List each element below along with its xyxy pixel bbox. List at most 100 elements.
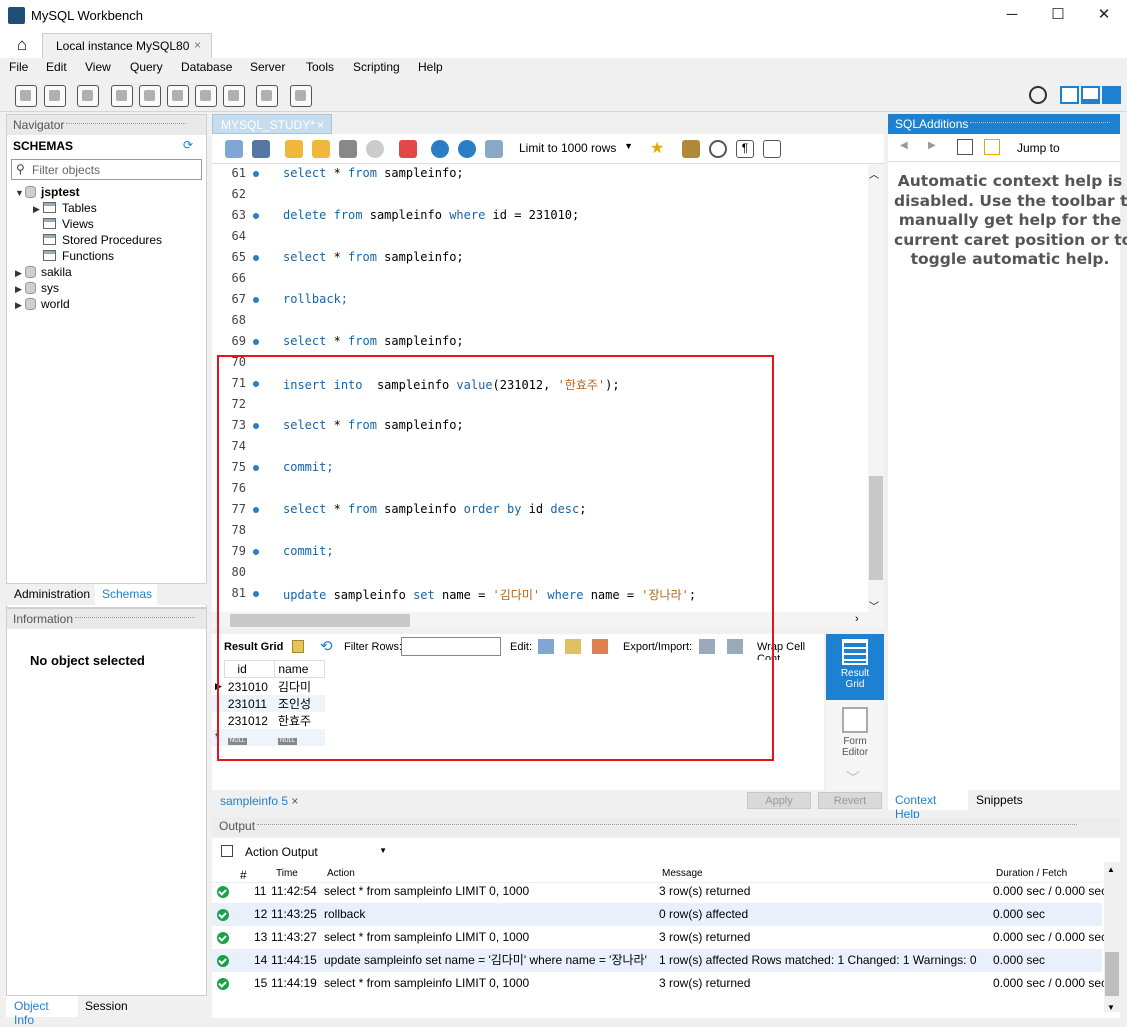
- schema-label: jsptest: [41, 185, 80, 199]
- schema-world[interactable]: ▶ world: [15, 296, 70, 312]
- manual-help-icon[interactable]: [957, 139, 973, 155]
- tree-functions[interactable]: Functions: [43, 248, 114, 264]
- jump-to-label[interactable]: Jump to: [1017, 141, 1060, 155]
- invisible-chars-icon[interactable]: ¶: [736, 140, 754, 158]
- tree-views[interactable]: Views: [43, 216, 94, 232]
- revert-button[interactable]: Revert: [818, 792, 882, 809]
- result-tab-sampleinfo[interactable]: sampleinfo 5 ×: [220, 794, 298, 808]
- menu-edit[interactable]: Edit: [46, 60, 67, 74]
- chevron-down-icon[interactable]: ﹀: [846, 768, 860, 788]
- tree-tables[interactable]: ▶ Tables: [33, 200, 97, 216]
- search-table-data-icon[interactable]: [256, 85, 278, 107]
- menu-file[interactable]: File: [9, 60, 28, 74]
- minimize-button[interactable]: ─: [989, 0, 1035, 30]
- tree-label: Views: [62, 217, 94, 231]
- filter-objects-input[interactable]: ⚲ Filter objects: [11, 159, 202, 180]
- save-icon[interactable]: [252, 140, 270, 158]
- back-icon[interactable]: ◀: [900, 140, 908, 151]
- database-icon: [25, 186, 36, 198]
- limit-rows-select[interactable]: Limit to 1000 rows ▼: [515, 139, 637, 159]
- tab-administration[interactable]: Administration: [6, 584, 95, 605]
- editor-vertical-scroll-thumb[interactable]: [869, 476, 883, 580]
- rollback-icon[interactable]: [458, 140, 476, 158]
- close-result-tab-icon[interactable]: ×: [291, 794, 298, 808]
- auto-help-icon[interactable]: [984, 139, 1000, 155]
- scroll-right-icon[interactable]: ›: [855, 613, 859, 625]
- schema-sakila[interactable]: ▶ sakila: [15, 264, 72, 280]
- forward-icon[interactable]: ▶: [928, 140, 936, 151]
- format-icon[interactable]: [682, 140, 700, 158]
- inspector-icon[interactable]: [77, 85, 99, 107]
- editor-tab[interactable]: MYSQL_STUDY* ×: [212, 114, 332, 134]
- close-window-button[interactable]: ✕: [1081, 0, 1127, 30]
- refresh-schemas-icon[interactable]: ⟳: [183, 138, 193, 152]
- menu-scripting[interactable]: Scripting: [353, 60, 400, 74]
- output-row[interactable]: 14 11:44:15 update sampleinfo set name =…: [212, 949, 1102, 972]
- navigator-panel: Navigator SCHEMAS ⟳ ⚲ Filter objects ▼ js…: [6, 114, 207, 608]
- toggle-output-icon[interactable]: [1081, 86, 1100, 104]
- create-schema-icon[interactable]: [111, 85, 133, 107]
- settings-gear-icon[interactable]: [1029, 86, 1047, 104]
- schema-sys[interactable]: ▶ sys: [15, 280, 59, 296]
- auto-commit-icon[interactable]: [485, 140, 503, 158]
- copy-output-icon[interactable]: [221, 845, 233, 857]
- create-procedure-icon[interactable]: [195, 85, 217, 107]
- menu-query[interactable]: Query: [130, 60, 163, 74]
- menu-database[interactable]: Database: [181, 60, 232, 74]
- menu-help[interactable]: Help: [418, 60, 443, 74]
- tree-label: Tables: [62, 201, 97, 215]
- execute-current-icon[interactable]: [312, 140, 330, 158]
- find-icon[interactable]: [709, 140, 727, 158]
- open-sql-script-icon[interactable]: [44, 85, 66, 107]
- tab-snippets[interactable]: Snippets: [969, 790, 1029, 810]
- schema-jsptest[interactable]: ▼ jsptest: [15, 184, 80, 200]
- form-editor-button[interactable]: Form Editor: [826, 702, 884, 768]
- reconnect-icon[interactable]: [290, 85, 312, 107]
- explain-icon[interactable]: [339, 140, 357, 158]
- execute-icon[interactable]: [285, 140, 303, 158]
- create-table-icon[interactable]: [139, 85, 161, 107]
- result-grid-button[interactable]: Result Grid: [826, 634, 884, 700]
- output-scroll-thumb[interactable]: [1105, 952, 1119, 996]
- toggle-error-icon[interactable]: [399, 140, 417, 158]
- scroll-up-icon[interactable]: ︿: [869, 166, 879, 181]
- tab-schemas[interactable]: Schemas: [95, 584, 157, 605]
- action-output-select[interactable]: Action Output ▼: [242, 842, 390, 862]
- maximize-button[interactable]: ☐: [1035, 0, 1081, 30]
- apply-button[interactable]: Apply: [747, 792, 811, 809]
- close-tab-icon[interactable]: ×: [194, 38, 201, 52]
- scroll-down-icon[interactable]: ▼: [1107, 1003, 1115, 1012]
- scroll-up-icon[interactable]: ▲: [1107, 865, 1115, 874]
- home-icon[interactable]: ⌂: [8, 34, 36, 56]
- schema-label: world: [41, 297, 70, 311]
- result-side-panel: Result Grid Form Editor ﹀: [826, 634, 884, 791]
- output-row[interactable]: 12 11:43:25 rollback 0 row(s) affected 0…: [212, 903, 1102, 926]
- toggle-sidebar-icon[interactable]: [1060, 86, 1079, 104]
- create-view-icon[interactable]: [167, 85, 189, 107]
- create-function-icon[interactable]: [223, 85, 245, 107]
- stop-icon[interactable]: [366, 140, 384, 158]
- menu-view[interactable]: View: [85, 60, 111, 74]
- output-row[interactable]: 13 11:43:27 select * from sampleinfo LIM…: [212, 926, 1107, 949]
- commit-icon[interactable]: [431, 140, 449, 158]
- new-sql-tab-icon[interactable]: [15, 85, 37, 107]
- close-editor-tab-icon[interactable]: ×: [317, 118, 324, 132]
- output-row[interactable]: 11 11:42:54 select * from sampleinfo LIM…: [212, 880, 1107, 903]
- tree-stored-procedures[interactable]: Stored Procedures: [43, 232, 162, 248]
- scroll-down-icon[interactable]: ﹀: [869, 598, 879, 613]
- row-time: 11:42:54: [271, 884, 317, 898]
- tab-object-info[interactable]: Object Info: [6, 996, 78, 1027]
- output-row[interactable]: 15 11:44:19 select * from sampleinfo LIM…: [212, 972, 1107, 995]
- menu-tools[interactable]: Tools: [306, 60, 334, 74]
- statement-marker-icon: [253, 339, 259, 345]
- menu-server[interactable]: Server: [250, 60, 285, 74]
- connection-tab[interactable]: Local instance MySQL80 ×: [42, 33, 212, 58]
- open-file-icon[interactable]: [225, 140, 243, 158]
- wrap-lines-icon[interactable]: [763, 140, 781, 158]
- tab-session[interactable]: Session: [80, 996, 140, 1017]
- sql-additions-title: SQLAdditions: [895, 117, 969, 131]
- beautify-star-icon[interactable]: ★: [650, 140, 668, 158]
- tab-context-help[interactable]: Context Help: [888, 790, 968, 821]
- line-number: 65: [231, 250, 246, 264]
- toggle-secondary-sidebar-icon[interactable]: [1102, 86, 1121, 104]
